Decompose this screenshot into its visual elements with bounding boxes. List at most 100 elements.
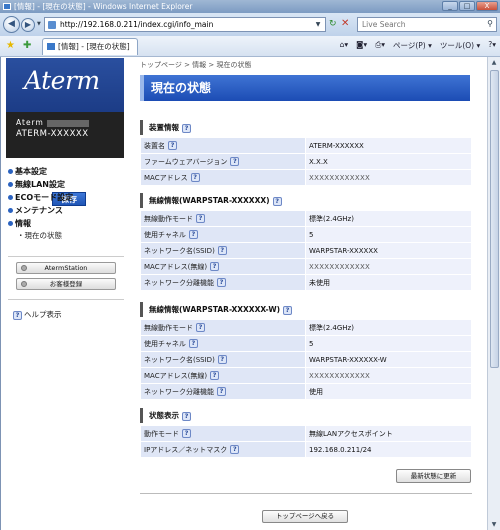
row-label: MACアドレス(無線)? — [141, 259, 305, 274]
address-url[interactable]: http://192.168.0.211/index.cgi/info_main — [60, 18, 213, 31]
scroll-up-icon[interactable]: ▲ — [488, 57, 500, 68]
home-icon[interactable]: ⌂▾ — [340, 40, 349, 51]
model-panel: Aterm ATERM-XXXXXX 保存 — [6, 112, 124, 206]
row-value: X.X.X — [306, 154, 471, 169]
bullet-icon — [21, 281, 27, 287]
help-icon: ? — [13, 310, 22, 320]
window-controls: _ □ X — [442, 1, 498, 11]
row-value: ATERM-XXXXXX — [306, 138, 471, 153]
page-menu[interactable]: ページ(P) ▾ — [393, 40, 432, 51]
info-table: 装置名? ATERM-XXXXXX ファームウェアバージョン? X.X.X MACア… — [140, 137, 472, 186]
row-value: 標準(2.4GHz) — [306, 211, 471, 226]
help-icon[interactable]: ? — [230, 157, 240, 166]
feeds-icon[interactable]: ◙▾ — [356, 40, 367, 51]
bullet-icon — [21, 265, 27, 271]
vertical-scrollbar[interactable]: ▲ ▼ — [487, 57, 500, 530]
help-icon[interactable]: ? — [188, 339, 198, 348]
search-box[interactable]: ⚲ — [357, 17, 497, 32]
row-value: 5 — [306, 227, 471, 242]
info-table: 動作モード? 無線LANアクセスポイント IPアドレス／ネットマスク? 192.16… — [140, 425, 472, 458]
search-icon[interactable]: ⚲ — [487, 19, 493, 28]
divider — [140, 493, 472, 494]
help-icon[interactable]: ? — [182, 411, 191, 421]
help-icon[interactable]: ? — [190, 173, 200, 182]
browser-tab[interactable]: [情報] - [現在の状態] — [42, 38, 138, 55]
row-value: 未使用 — [306, 275, 471, 290]
help-icon[interactable]: ? — [210, 262, 220, 271]
row-value: 使用 — [306, 384, 471, 399]
refresh-status-button[interactable]: 最新状態に更新 — [396, 469, 471, 483]
address-dropdown-icon[interactable]: ▼ — [311, 18, 325, 31]
device-name: ATERM-XXXXXX — [16, 129, 89, 139]
help-icon[interactable]: ? — [182, 123, 191, 133]
tools-menu[interactable]: ツール(O) ▾ — [440, 40, 480, 51]
add-favorite-icon[interactable]: ✚ — [23, 40, 31, 51]
tab-label: [情報] - [現在の状態] — [58, 42, 130, 51]
status-section: 状態表示? 動作モード? 無線LANアクセスポイント IPアドレス／ネットマスク?… — [140, 408, 472, 458]
registration-button[interactable]: お客様登録 — [16, 278, 116, 290]
help-icon[interactable]: ? — [272, 196, 282, 206]
help-link[interactable]: ? ヘルプ表示 — [10, 309, 62, 320]
row-value: 無線LANアクセスポイント — [306, 426, 471, 441]
table-row: 使用チャネル? 5 — [141, 227, 471, 242]
window-titlebar: [情報] - [現在の状態] - Windows Internet Explor… — [0, 0, 500, 13]
table-row: ネットワーク名(SSID)? WARPSTAR-XXXXXX-W — [141, 352, 471, 367]
page-icon — [48, 21, 56, 29]
sidebar: Aterm Aterm ATERM-XXXXXX 保存 基本設定 無線LAN設定… — [4, 57, 124, 530]
help-icon[interactable]: ? — [168, 141, 177, 150]
row-label: MACアドレス(無線)? — [141, 368, 305, 383]
divider — [8, 299, 124, 300]
help-icon[interactable]: ? — [230, 445, 240, 454]
help-icon[interactable]: ? — [217, 355, 227, 364]
stop-icon[interactable]: ✕ — [341, 18, 349, 29]
help-icon[interactable]: ? — [196, 323, 205, 332]
help-icon[interactable]: ? — [210, 371, 220, 380]
wireless-info-section-1: 無線情報(WARPSTAR-XXXXXX)? 無線動作モード? 標準(2.4GHz… — [140, 193, 472, 291]
section-title: 無線情報(WARPSTAR-XXXXXX)? — [140, 193, 472, 208]
address-field[interactable]: http://192.168.0.211/index.cgi/info_main… — [44, 17, 326, 32]
row-label: 動作モード? — [141, 426, 305, 441]
table-row: MACアドレス? XXXXXXXXXXXX — [141, 170, 471, 185]
sidebar-item-eco[interactable]: ECOモード設定 — [8, 191, 124, 204]
row-label: ネットワーク名(SSID)? — [141, 243, 305, 258]
help-icon[interactable]: ? — [217, 246, 227, 255]
back-button[interactable]: ◀ — [3, 16, 20, 33]
scroll-down-icon[interactable]: ▼ — [488, 519, 500, 530]
scrollbar-thumb[interactable] — [490, 70, 499, 368]
breadcrumb[interactable]: トップページ > 情報 > 現在の状態 — [140, 60, 252, 70]
table-row: 使用チャネル? 5 — [141, 336, 471, 351]
history-dropdown-icon[interactable]: ▼ — [37, 21, 41, 27]
favorites-star-icon[interactable]: ★ — [6, 40, 15, 51]
help-icon[interactable]: ? — [196, 214, 205, 223]
help-icon[interactable]: ? — [283, 305, 293, 315]
search-input[interactable] — [358, 18, 468, 31]
sidebar-item-info[interactable]: 情報 — [8, 217, 124, 230]
row-label: 使用チャネル? — [141, 227, 305, 242]
row-label: ネットワーク分離機能? — [141, 275, 305, 290]
sidebar-subitem-current-status[interactable]: ・現在の状態 — [8, 230, 124, 242]
help-icon[interactable]: ? — [182, 429, 191, 438]
minimize-button[interactable]: _ — [442, 1, 458, 11]
sidebar-item-wireless[interactable]: 無線LAN設定 — [8, 178, 124, 191]
row-value: XXXXXXXXXXXX — [306, 368, 471, 383]
forward-button[interactable]: ▶ — [21, 18, 35, 32]
print-icon[interactable]: ⎙▾ — [375, 40, 385, 51]
logo-panel: Aterm — [6, 58, 124, 112]
maximize-button[interactable]: □ — [459, 1, 475, 11]
back-to-top-button[interactable]: トップページへ戻る — [262, 510, 348, 523]
help-icon[interactable]: ? — [217, 387, 226, 396]
section-title: 状態表示? — [140, 408, 472, 423]
help-menu-icon[interactable]: ?▾ — [488, 40, 496, 51]
help-icon[interactable]: ? — [217, 278, 226, 287]
refresh-icon[interactable]: ↻ — [329, 19, 337, 29]
aterm-station-button[interactable]: AtermStation — [16, 262, 116, 274]
page-title: 現在の状態 — [140, 75, 470, 101]
command-bar: ⌂▾ ◙▾ ⎙▾ ページ(P) ▾ ツール(O) ▾ ?▾ — [340, 40, 496, 51]
table-row: ネットワーク分離機能? 使用 — [141, 384, 471, 399]
sidebar-item-basic[interactable]: 基本設定 — [8, 165, 124, 178]
help-icon[interactable]: ? — [188, 230, 198, 239]
sidebar-menu: 基本設定 無線LAN設定 ECOモード設定 メンテナンス 情報 ・現在の状態 — [8, 165, 124, 242]
close-button[interactable]: X — [476, 1, 498, 11]
row-label: 無線動作モード? — [141, 211, 305, 226]
sidebar-item-maintenance[interactable]: メンテナンス — [8, 204, 124, 217]
